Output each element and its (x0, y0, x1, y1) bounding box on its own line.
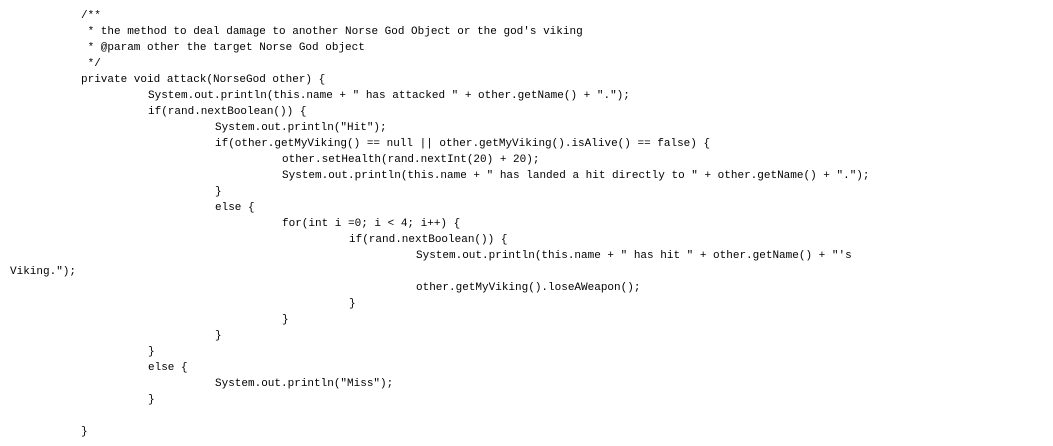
code-line: else { (148, 362, 188, 374)
code-line: System.out.println(this.name + " has att… (148, 90, 630, 102)
code-line: for(int i =0; i < 4; i++) { (282, 218, 461, 230)
code-line: if(other.getMyViking() == null || other.… (215, 138, 711, 150)
code-line: else { (215, 202, 255, 214)
code-line: Viking."); (10, 266, 77, 278)
code-line: } (349, 298, 356, 310)
code-line: } (148, 394, 155, 406)
code-line: * the method to deal damage to another N… (81, 26, 583, 38)
code-line: } (215, 330, 222, 342)
code-line: */ (81, 58, 101, 70)
code-line: private void attack(NorseGod other) { (81, 74, 326, 86)
code-line: } (148, 346, 155, 358)
code-line: System.out.println(this.name + " has lan… (282, 170, 870, 182)
code-line: * @param other the target Norse God obje… (81, 42, 365, 54)
code-line: other.getMyViking().loseAWeapon(); (416, 282, 641, 294)
code-line: } (282, 314, 289, 326)
code-line: } (215, 186, 222, 198)
code-line: } (81, 426, 88, 438)
code-view: /** * the method to deal damage to anoth… (0, 0, 1053, 446)
code-line: /** (81, 10, 101, 22)
code-line: System.out.println("Miss"); (215, 378, 394, 390)
code-line: if(rand.nextBoolean()) { (349, 234, 508, 246)
code-line: if(rand.nextBoolean()) { (148, 106, 307, 118)
code-line: other.setHealth(rand.nextInt(20) + 20); (282, 154, 540, 166)
code-line: System.out.println(this.name + " has hit… (416, 250, 852, 262)
code-line: System.out.println("Hit"); (215, 122, 387, 134)
